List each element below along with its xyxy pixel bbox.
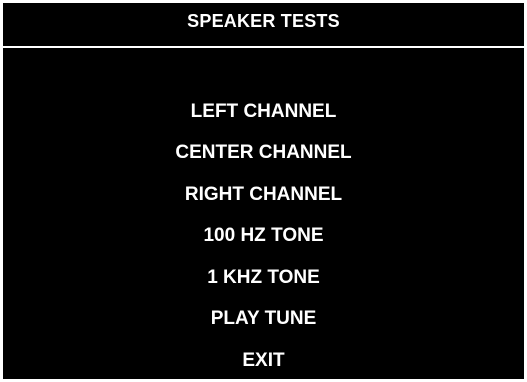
menu-item-1khz-tone[interactable]: 1 KHZ TONE [3, 257, 524, 299]
speaker-tests-screen: SPEAKER TESTS LEFT CHANNEL CENTER CHANNE… [3, 3, 524, 379]
test-menu: LEFT CHANNEL CENTER CHANNEL RIGHT CHANNE… [3, 91, 524, 382]
menu-item-play-tune[interactable]: PLAY TUNE [3, 299, 524, 341]
menu-item-left-channel[interactable]: LEFT CHANNEL [3, 91, 524, 133]
menu-item-right-channel[interactable]: RIGHT CHANNEL [3, 174, 524, 216]
page-title: SPEAKER TESTS [187, 10, 340, 31]
title-divider [3, 46, 524, 48]
menu-item-100hz-tone[interactable]: 100 HZ TONE [3, 216, 524, 258]
menu-item-center-channel[interactable]: CENTER CHANNEL [3, 133, 524, 175]
menu-item-exit[interactable]: EXIT [3, 340, 524, 382]
title-bar: SPEAKER TESTS [3, 3, 524, 43]
